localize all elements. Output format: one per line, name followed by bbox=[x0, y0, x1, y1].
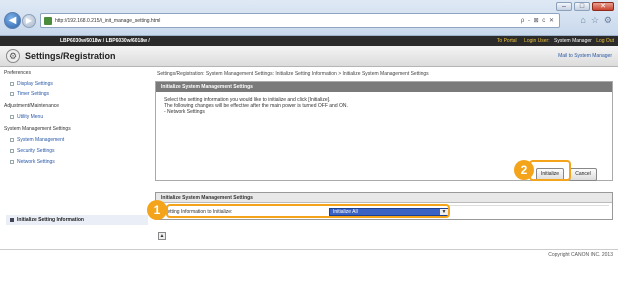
sidebar-item-security-settings[interactable]: Security Settings bbox=[10, 148, 55, 154]
model-name: LBP6030w/6018w / LBP6030w/6018w / bbox=[60, 38, 150, 44]
cancel-button[interactable]: Cancel bbox=[569, 168, 597, 181]
breadcrumb: Settings/Registration: System Management… bbox=[157, 71, 429, 77]
sidebar-item-display-settings[interactable]: Display Settings bbox=[10, 81, 53, 87]
panel-heading: Initialize System Management Settings bbox=[156, 82, 612, 92]
sidebar-item-label: Utility Menu bbox=[17, 114, 44, 120]
gear-icon[interactable]: ⚙ bbox=[604, 15, 612, 26]
bullet-icon bbox=[10, 159, 14, 164]
browser-chrome: – □ ✕ ◀ ▶ http://192.168.0.215/i_init_ma… bbox=[0, 0, 618, 36]
sidebar-item-label: Security Settings bbox=[17, 148, 55, 154]
sidebar-heading-preferences[interactable]: Preferences bbox=[4, 70, 31, 76]
panel-heading: Initialize System Management Settings bbox=[156, 193, 612, 203]
bullet-icon bbox=[10, 137, 14, 142]
site-icon bbox=[44, 17, 52, 25]
panel-instructions: Select the setting information you would… bbox=[164, 97, 348, 115]
maximize-button[interactable]: □ bbox=[574, 2, 590, 11]
bullet-icon bbox=[10, 148, 14, 153]
device-header: LBP6030w/6018w / LBP6030w/6018w / To Por… bbox=[0, 36, 618, 46]
sidebar-item-label: System Management bbox=[17, 137, 65, 143]
url-text: http://192.168.0.215/i_init_manage_setti… bbox=[55, 18, 161, 24]
minimize-button[interactable]: – bbox=[556, 2, 572, 11]
footer-divider bbox=[0, 249, 618, 250]
bullet-icon bbox=[10, 217, 14, 222]
sidebar-item-system-management[interactable]: System Management bbox=[10, 137, 64, 143]
home-icon[interactable]: ⌂ bbox=[580, 15, 585, 26]
step-marker-2: 2 bbox=[514, 160, 534, 180]
instruction-line: - Network Settings bbox=[164, 109, 205, 115]
logout-link[interactable]: Log Out bbox=[596, 38, 614, 44]
bullet-icon bbox=[10, 91, 14, 96]
sidebar-item-label: Initialize Setting Information bbox=[17, 217, 84, 223]
page-title: Settings/Registration bbox=[25, 51, 116, 61]
sidebar-item-label: Timer Settings bbox=[17, 91, 50, 97]
forward-button[interactable]: ▶ bbox=[22, 14, 36, 28]
close-window-button[interactable]: ✕ bbox=[592, 2, 614, 11]
initialize-button-highlight bbox=[529, 160, 571, 181]
bullet-icon bbox=[10, 114, 14, 119]
mail-to-system-manager-link[interactable]: Mail to System Manager bbox=[558, 53, 612, 59]
page-title-bar: ⚙ Settings/Registration Mail to System M… bbox=[0, 46, 618, 67]
address-tools[interactable]: ρ - ⊠ c ✕ bbox=[521, 17, 555, 24]
sidebar: Preferences Display Settings Timer Setti… bbox=[0, 67, 150, 249]
login-user-label: Login User: bbox=[524, 38, 550, 44]
login-user-name: System Manager bbox=[554, 38, 592, 44]
sidebar-item-label: Network Settings bbox=[17, 159, 55, 165]
address-bar[interactable]: http://192.168.0.215/i_init_manage_setti… bbox=[40, 13, 560, 28]
copyright-text: Copyright CANON INC. 2013 bbox=[548, 252, 613, 258]
sidebar-heading-system-management-settings[interactable]: System Management Settings bbox=[4, 126, 71, 132]
to-portal-link[interactable]: To Portal bbox=[497, 38, 517, 44]
bullet-icon bbox=[10, 81, 14, 86]
sidebar-item-utility-menu[interactable]: Utility Menu bbox=[10, 114, 43, 120]
sidebar-item-label: Display Settings bbox=[17, 81, 53, 87]
sidebar-item-network-settings[interactable]: Network Settings bbox=[10, 159, 55, 165]
step-marker-1: 1 bbox=[147, 200, 167, 220]
sidebar-item-initialize-setting-information[interactable]: Initialize Setting Information bbox=[10, 217, 84, 223]
browser-toolbar: ⌂ ☆ ⚙ bbox=[580, 15, 612, 26]
back-to-top-icon[interactable]: ▲ bbox=[158, 232, 166, 240]
star-icon[interactable]: ☆ bbox=[591, 15, 599, 26]
setting-row-highlight bbox=[166, 204, 450, 218]
sidebar-item-timer-settings[interactable]: Timer Settings bbox=[10, 91, 49, 97]
settings-gear-icon: ⚙ bbox=[6, 49, 20, 63]
sidebar-heading-adjustment[interactable]: Adjustment/Maintenance bbox=[4, 103, 59, 109]
window-controls: – □ ✕ bbox=[556, 2, 614, 11]
back-button[interactable]: ◀ bbox=[4, 12, 21, 29]
